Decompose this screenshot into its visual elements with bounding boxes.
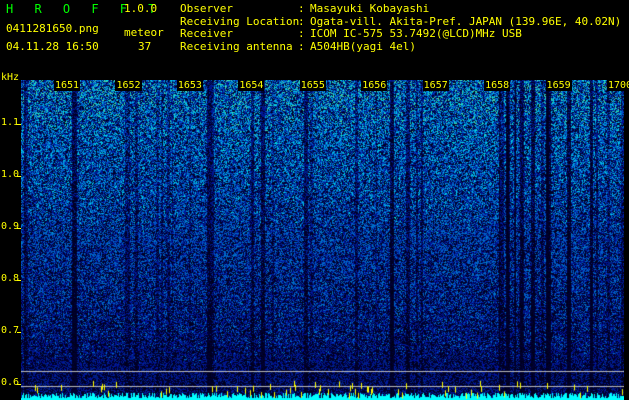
y-tick-mark <box>17 124 21 126</box>
info-key: Observer <box>180 2 233 15</box>
y-tick-label: 1.1 <box>1 117 20 129</box>
info-colon: : <box>298 2 305 15</box>
date-time: 04.11.28 16:50 <box>6 40 99 53</box>
x-tick-label: 1651 <box>54 80 81 91</box>
x-tick-label: 1653 <box>176 80 203 91</box>
y-tick-mark <box>17 228 21 230</box>
y-tick-mark <box>17 280 21 282</box>
x-tick-label: 1658 <box>484 80 511 91</box>
y-tick-label: 0.8 <box>1 273 20 285</box>
meteor-label: meteor <box>124 26 164 39</box>
meteor-count: 37 <box>138 40 152 53</box>
station-info: Observer: Masayuki Kobayashi Receiving Lo… <box>180 2 622 54</box>
x-tick-label: 1656 <box>361 80 388 91</box>
y-axis-unit: kHz <box>1 72 20 83</box>
x-tick-label: 1700 <box>607 80 629 91</box>
x-tick-label: 1655 <box>299 80 326 91</box>
y-tick-label: 0.7 <box>1 325 20 337</box>
y-tick-label: 0.9 <box>1 221 20 233</box>
info-key: Receiving antenna <box>180 39 293 53</box>
info-colon: : <box>298 27 305 40</box>
x-tick-label: 1652 <box>115 80 142 91</box>
info-row-antenna: Receiving antenna: A504HB(yagi 4el) <box>180 39 621 54</box>
y-tick-mark <box>17 384 21 386</box>
y-tick-mark <box>17 176 21 178</box>
x-tick-label: 1659 <box>545 80 572 91</box>
info-key: Receiver <box>180 27 233 40</box>
y-tick-label: 0.6 <box>1 377 20 389</box>
header-panel: H R O F F T 1.0.0 0411281650.png 04.11.2… <box>0 0 629 78</box>
app-version: 1.0.0 <box>124 2 158 15</box>
info-colon: : <box>298 39 305 53</box>
info-value: A504HB(yagi 4el) <box>310 39 416 53</box>
y-tick-mark <box>17 332 21 334</box>
spectrogram-canvas <box>21 80 624 400</box>
x-tick-label: 1657 <box>422 80 449 91</box>
info-value: Ogata-vill. Akita-Pref. JAPAN (139.96E, … <box>310 14 622 28</box>
info-value: ICOM IC-575 53.7492(@LCD)MHz USB <box>310 27 522 40</box>
info-value: Masayuki Kobayashi <box>310 2 430 15</box>
x-tick-label: 1654 <box>238 80 265 91</box>
y-tick-label: 1.0 <box>1 169 20 181</box>
file-name: 0411281650.png <box>6 22 99 35</box>
